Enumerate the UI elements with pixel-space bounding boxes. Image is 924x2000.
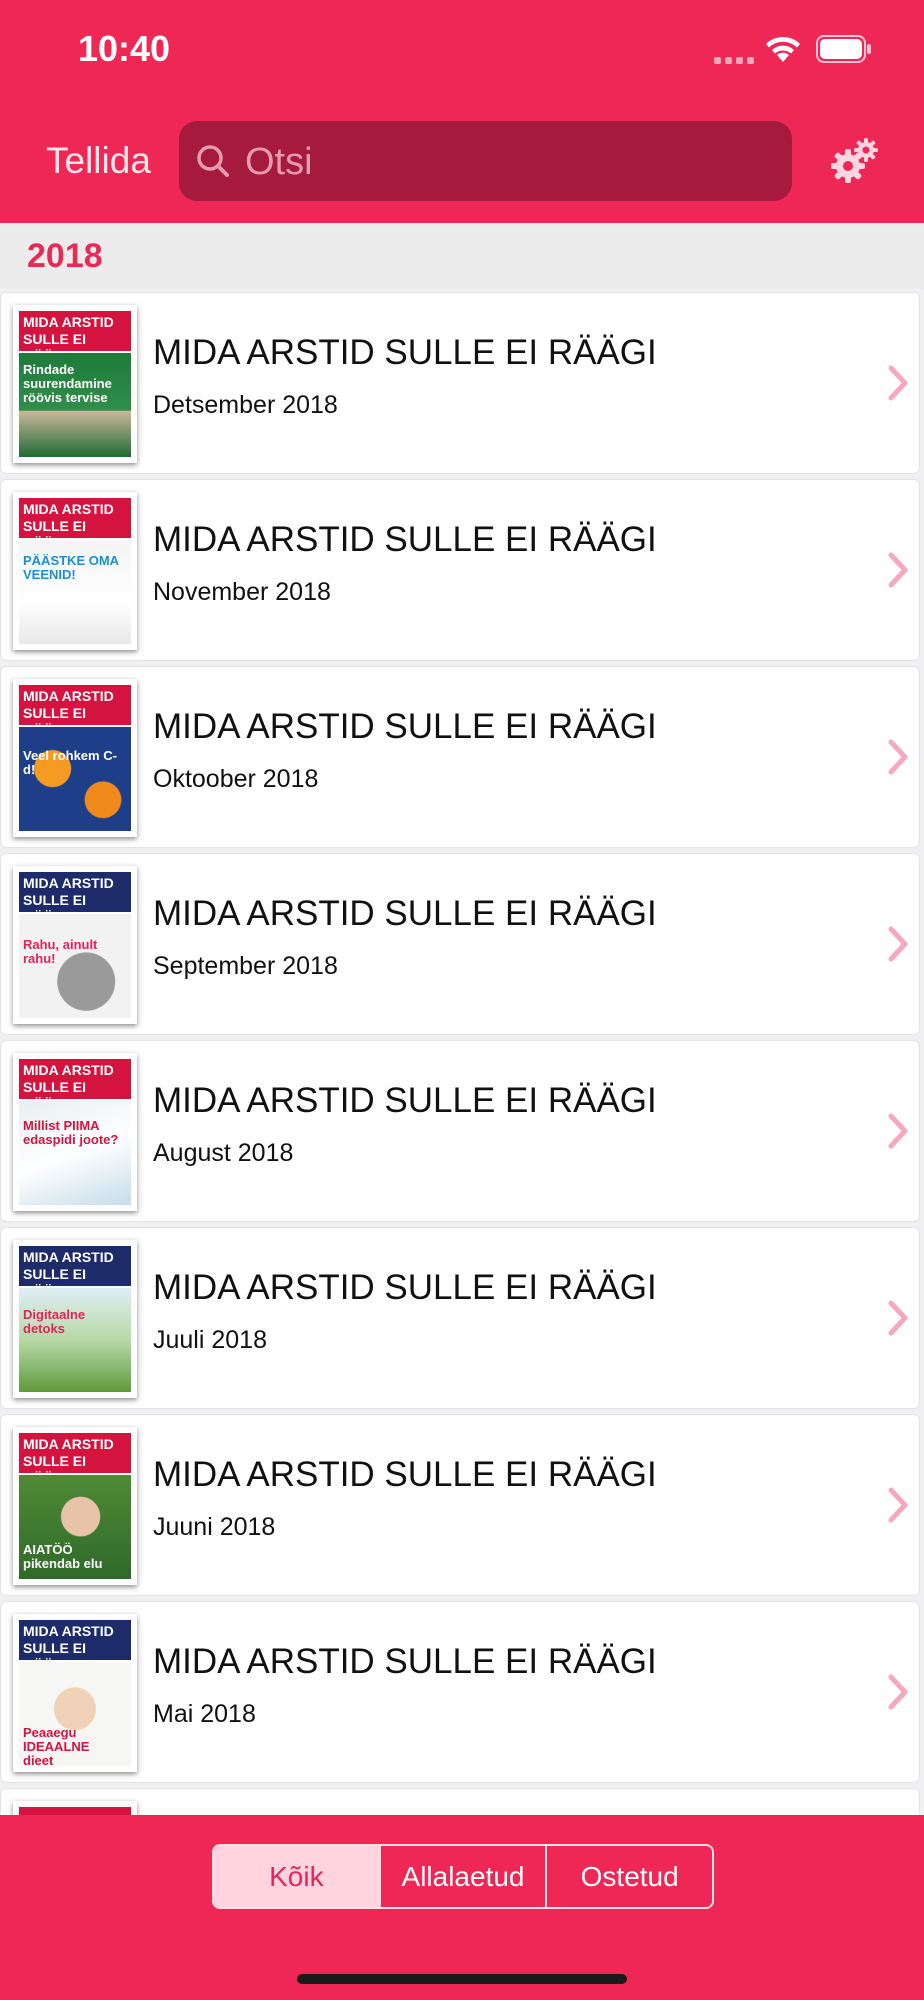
issue-row[interactable]: MIDA ARSTID SULLE EI RÄÄGI Rindade suure… <box>0 292 920 474</box>
search-input[interactable] <box>243 121 767 203</box>
cover-tagline: Rindade suurendamine röövis tervise <box>23 362 112 405</box>
cover-masthead: MIDA ARSTID SULLE EI RÄÄGI <box>19 1246 131 1299</box>
settings-gear-icon[interactable] <box>830 138 880 186</box>
issue-title: MIDA ARSTID SULLE EI RÄÄGI <box>153 1642 657 1681</box>
chevron-right-icon <box>888 739 908 775</box>
issue-cover-image: MIDA ARSTID SULLE EI RÄÄGI Peaaegu IDEAA… <box>13 1614 137 1772</box>
issue-cover-image: MIDA ARSTID SULLE EI RÄÄGI AIATÖÖ pikend… <box>13 1427 137 1585</box>
chevron-right-icon <box>888 1674 908 1710</box>
search-icon <box>197 145 229 177</box>
issue-cover-image: MIDA ARSTID SULLE EI RÄÄGI Digitaalne de… <box>13 1240 137 1398</box>
issue-row[interactable]: MIDA ARSTID SULLE EI RÄÄGI Millist PIIMA… <box>0 1040 920 1222</box>
issue-row[interactable]: MIDA ARSTID SULLE EI RÄÄGI Rahu, ainult … <box>0 853 920 1035</box>
cellular-signal-icon <box>714 57 754 64</box>
cover-art <box>19 914 131 1018</box>
cover-masthead: MIDA ARSTID SULLE EI RÄÄGI <box>19 311 131 364</box>
cover-tagline: PÄÄSTKE OMA VEENID! <box>23 553 119 582</box>
section-year-label: 2018 <box>27 237 103 275</box>
cover-art <box>19 727 131 831</box>
chevron-right-icon <box>888 1113 908 1149</box>
home-indicator <box>297 1974 627 1984</box>
issue-cover-image: MIDA ARSTID SULLE EI RÄÄGI Rahu, ainult … <box>13 866 137 1024</box>
cover-tagline: Rahu, ainult rahu! <box>23 937 98 966</box>
battery-icon <box>816 35 871 63</box>
issue-row[interactable]: MIDA ARSTID SULLE EI RÄÄGI Digitaalne de… <box>0 1227 920 1409</box>
issue-title: MIDA ARSTID SULLE EI RÄÄGI <box>153 1455 657 1494</box>
issue-date: Mai 2018 <box>153 1700 256 1728</box>
issue-title: MIDA ARSTID SULLE EI RÄÄGI <box>153 520 657 559</box>
cover-tagline: Millist PIIMA edaspidi joote? <box>23 1118 119 1147</box>
cover-tagline: Digitaalne detoks <box>23 1307 86 1336</box>
cover-masthead: MIDA ARSTID SULLE EI RÄÄGI <box>19 1433 131 1486</box>
issue-cover-image: MIDA ARSTID SULLE EI RÄÄGI Millist PIIMA… <box>13 1053 137 1211</box>
cover-tagline: Peaaegu IDEAALNE dieet <box>23 1725 90 1768</box>
search-bar[interactable] <box>179 121 792 203</box>
issue-row[interactable]: MIDA ARSTID SULLE EI RÄÄGI AIATÖÖ pikend… <box>0 1414 920 1596</box>
cover-masthead: MIDA ARSTID SULLE EI RÄÄGI <box>19 685 131 738</box>
issue-title: MIDA ARSTID SULLE EI RÄÄGI <box>153 707 657 746</box>
chevron-right-icon <box>888 1487 908 1523</box>
issue-date: Oktoober 2018 <box>153 765 319 793</box>
cover-tagline: AIATÖÖ pikendab elu <box>23 1542 103 1571</box>
chevron-right-icon <box>888 552 908 588</box>
chevron-right-icon <box>888 365 908 401</box>
issue-title: MIDA ARSTID SULLE EI RÄÄGI <box>153 894 657 933</box>
segment-all[interactable]: Kõik <box>214 1846 379 1907</box>
issue-cover-image: MIDA ARSTID SULLE EI RÄÄGI Veel rohkem C… <box>13 679 137 837</box>
section-header: 2018 <box>0 223 924 289</box>
nav-header: 10:40 Tellida <box>0 0 924 223</box>
cover-masthead: MIDA ARSTID SULLE EI RÄÄGI <box>19 1059 131 1112</box>
issue-date: Juuli 2018 <box>153 1326 267 1354</box>
issue-cover-image: MIDA ARSTID SULLE EI RÄÄGI PÄÄSTKE OMA V… <box>13 492 137 650</box>
bottom-toolbar: Kõik Allalaetud Ostetud <box>0 1815 924 2000</box>
issue-date: November 2018 <box>153 578 331 606</box>
cover-art <box>19 1288 131 1392</box>
issue-row[interactable]: MIDA ARSTID SULLE EI RÄÄGI PÄÄSTKE OMA V… <box>0 479 920 661</box>
segment-purchased[interactable]: Ostetud <box>545 1846 712 1907</box>
segment-downloaded[interactable]: Allalaetud <box>378 1846 546 1907</box>
chevron-right-icon <box>888 1300 908 1336</box>
status-time: 10:40 <box>78 28 171 69</box>
issue-title: MIDA ARSTID SULLE EI RÄÄGI <box>153 1081 657 1120</box>
subscribe-link[interactable]: Tellida <box>46 140 151 182</box>
issue-date: Juuni 2018 <box>153 1513 276 1541</box>
filter-segmented-control[interactable]: Kõik Allalaetud Ostetud <box>212 1844 714 1909</box>
issue-title: MIDA ARSTID SULLE EI RÄÄGI <box>153 1268 657 1307</box>
issue-date: September 2018 <box>153 952 338 980</box>
cover-tagline: Veel rohkem C-d! <box>23 748 117 777</box>
chevron-right-icon <box>888 926 908 962</box>
issue-title: MIDA ARSTID SULLE EI RÄÄGI <box>153 333 657 372</box>
cover-masthead: MIDA ARSTID SULLE EI RÄÄGI <box>19 872 131 925</box>
wifi-icon <box>766 36 800 62</box>
cover-masthead: MIDA ARSTID SULLE EI RÄÄGI <box>19 498 131 551</box>
issue-row[interactable]: MIDA ARSTID SULLE EI RÄÄGI Peaaegu IDEAA… <box>0 1601 920 1783</box>
issue-cover-image: MIDA ARSTID SULLE EI RÄÄGI Rindade suure… <box>13 305 137 463</box>
issue-date: August 2018 <box>153 1139 294 1167</box>
cover-art <box>19 1101 131 1205</box>
issue-row[interactable]: MIDA ARSTID SULLE EI RÄÄGI Veel rohkem C… <box>0 666 920 848</box>
cover-masthead: MIDA ARSTID SULLE EI RÄÄGI <box>19 1620 131 1673</box>
issue-date: Detsember 2018 <box>153 391 338 419</box>
